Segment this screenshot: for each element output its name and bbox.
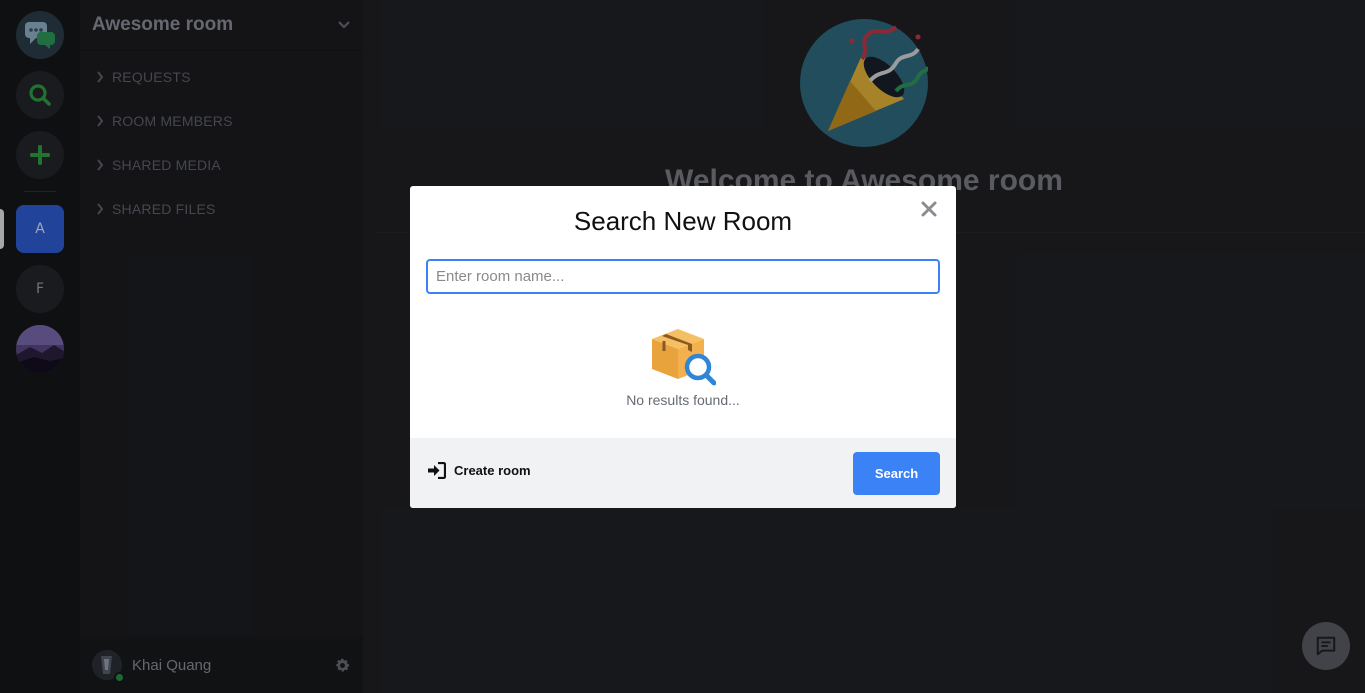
modal-footer: Create room Search — [410, 438, 956, 508]
create-room-button[interactable]: Create room — [427, 462, 531, 479]
modal-title: Search New Room — [573, 206, 793, 236]
close-icon[interactable] — [920, 200, 938, 218]
sign-in-icon — [428, 462, 446, 479]
search-room-modal: Search New Room No results found... Crea… — [410, 186, 956, 508]
create-room-label: Create room — [454, 463, 531, 478]
room-name-input[interactable] — [426, 259, 940, 294]
search-button[interactable]: Search — [853, 452, 940, 495]
box-search-icon — [652, 329, 716, 386]
empty-state-text: No results found... — [626, 392, 740, 408]
